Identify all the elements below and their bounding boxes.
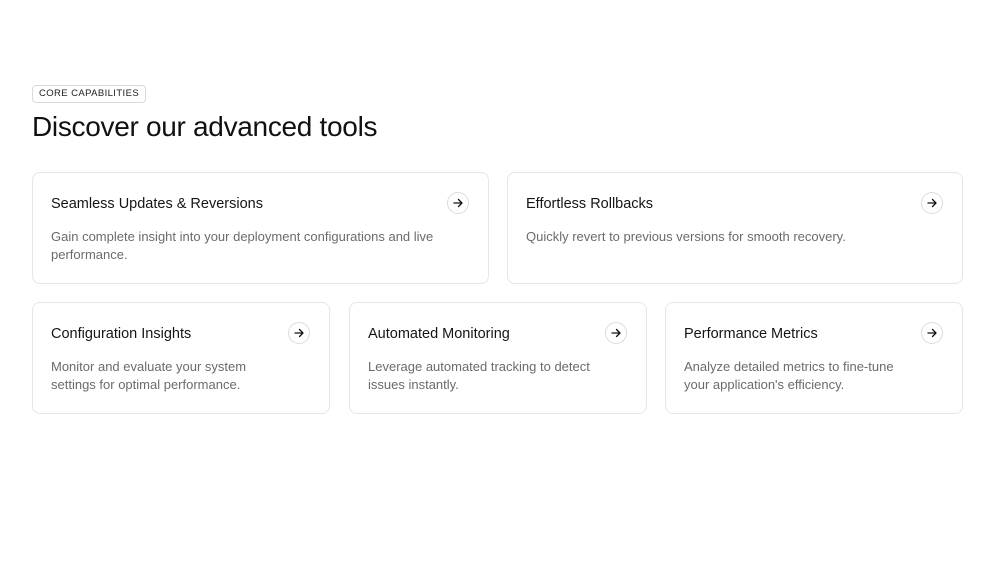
arrow-right-icon bbox=[294, 328, 304, 338]
feature-card-title: Effortless Rollbacks bbox=[526, 196, 654, 212]
arrow-right-button[interactable] bbox=[921, 192, 943, 214]
feature-card-title: Performance Metrics bbox=[684, 326, 818, 342]
feature-card-description: Monitor and evaluate your system setting… bbox=[51, 359, 247, 392]
section-eyebrow-badge: CORE CAPABILITIES bbox=[32, 85, 147, 103]
feature-card-description: Analyze detailed metrics to fine-tune yo… bbox=[684, 359, 894, 392]
feature-card-title: Automated Monitoring bbox=[368, 326, 510, 342]
feature-card-title: Seamless Updates & Reversions bbox=[51, 196, 263, 212]
feature-card-performance-metrics[interactable]: Performance Metrics Analyze detailed met… bbox=[665, 302, 963, 414]
feature-card-effortless-rollbacks[interactable]: Effortless Rollbacks Quickly revert to p… bbox=[507, 172, 963, 284]
arrow-right-icon bbox=[453, 198, 463, 208]
feature-card-configuration-insights[interactable]: Configuration Insights Monitor and evalu… bbox=[32, 302, 330, 414]
arrow-right-button[interactable] bbox=[921, 322, 943, 344]
arrow-right-icon bbox=[611, 328, 621, 338]
feature-card-seamless-updates[interactable]: Seamless Updates & Reversions Gain compl… bbox=[32, 172, 489, 284]
arrow-right-button[interactable] bbox=[447, 192, 469, 214]
feature-card-description: Gain complete insight into your deployme… bbox=[51, 229, 434, 262]
capabilities-section: CORE CAPABILITIES Discover our advanced … bbox=[0, 0, 1000, 570]
feature-card-title: Configuration Insights bbox=[51, 326, 192, 342]
arrow-right-button[interactable] bbox=[288, 322, 310, 344]
arrow-right-icon bbox=[927, 328, 937, 338]
section-title: Discover our advanced tools bbox=[32, 111, 378, 142]
feature-card-description: Leverage automated tracking to detect is… bbox=[368, 359, 590, 392]
arrow-right-button[interactable] bbox=[605, 322, 627, 344]
feature-card-description: Quickly revert to previous versions for … bbox=[526, 229, 846, 244]
feature-card-automated-monitoring[interactable]: Automated Monitoring Leverage automated … bbox=[349, 302, 647, 414]
arrow-right-icon bbox=[927, 198, 937, 208]
